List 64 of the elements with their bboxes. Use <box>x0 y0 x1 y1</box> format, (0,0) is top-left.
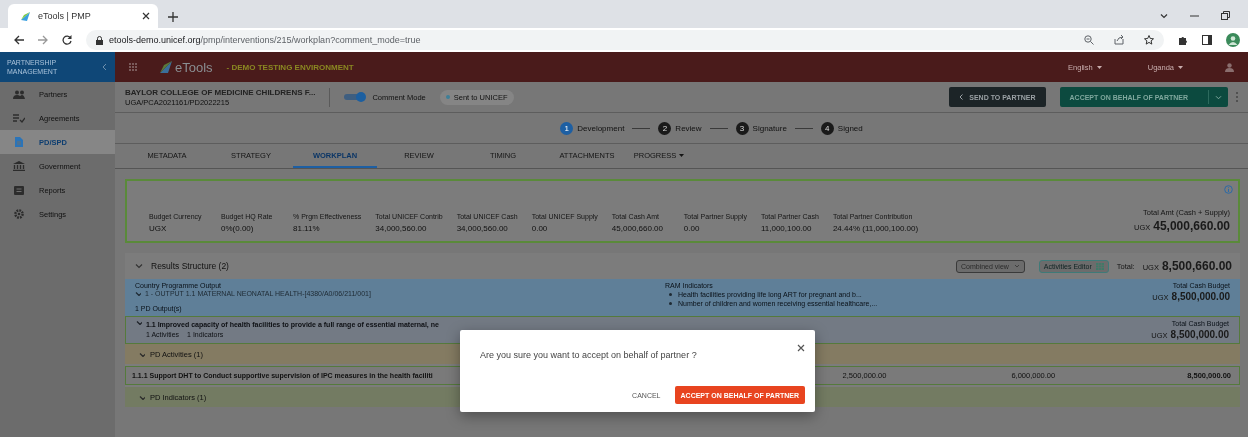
caret-down-icon <box>1178 65 1183 69</box>
chevron-down-icon[interactable] <box>135 291 141 296</box>
grid-icon <box>1095 262 1104 270</box>
apps-grid-icon[interactable] <box>129 63 137 71</box>
side-panel-icon[interactable] <box>1202 35 1212 45</box>
gear-icon <box>13 209 25 219</box>
comment-mode-toggle[interactable] <box>344 92 367 102</box>
environment-label: - DEMO TESTING ENVIRONMENT <box>226 62 354 72</box>
chevron-down-icon[interactable] <box>1160 12 1168 19</box>
avatar-icon[interactable] <box>1226 33 1240 47</box>
user-icon[interactable] <box>1225 62 1234 72</box>
app-logo: eTools <box>175 59 213 75</box>
chevron-down-icon <box>1013 264 1020 268</box>
section-title: Results Structure (2) <box>151 261 229 271</box>
stepper-step: 3 Signature <box>735 121 787 135</box>
budget-amount: 8,500,000.00 <box>1170 329 1229 340</box>
field-value: 24.44% (11,000,100.00) <box>832 224 919 233</box>
partner-title: BAYLOR COLLEGE OF MEDICINE CHILDRENS F... <box>125 87 316 97</box>
plus-icon[interactable] <box>168 12 178 22</box>
stepper-step: 2 Review <box>658 121 702 135</box>
back-arrow-icon[interactable] <box>14 35 24 45</box>
field-value: 34,000,560.00 <box>456 224 509 233</box>
field-value: 0.00 <box>683 224 701 233</box>
clipboard-icon <box>13 185 25 195</box>
chevron-left-icon[interactable] <box>102 63 107 71</box>
lock-icon <box>96 35 103 45</box>
address-bar[interactable]: etools-demo.unicef.org/pmp/interventions/215/workplan?comment_mode=true <box>86 30 1164 50</box>
total-amount: 8,500,660.00 <box>1161 259 1232 273</box>
bank-icon <box>13 161 25 171</box>
field-value: 81.11% <box>293 224 321 233</box>
chevron-down-icon[interactable] <box>139 351 145 357</box>
people-icon <box>13 89 25 99</box>
zoom-out-icon[interactable] <box>1084 35 1094 45</box>
budget-amount: 8,500,000.00 <box>1171 291 1230 302</box>
field-value: 34,000,560.00 <box>375 224 428 233</box>
field-value: UGX <box>149 224 168 233</box>
reload-icon[interactable] <box>62 35 72 45</box>
dialog-message: Are you sure you want to accept on behalf of partner ? <box>480 350 697 360</box>
share-icon[interactable] <box>1114 35 1124 45</box>
restore-icon[interactable] <box>1221 11 1230 20</box>
chevron-down-icon[interactable] <box>136 320 142 325</box>
browser-tab[interactable]: eTools | PMP <box>8 4 158 28</box>
leaf-icon <box>20 10 31 22</box>
stepper-step: 4 Signed <box>820 121 863 135</box>
chevron-left-icon <box>959 94 964 100</box>
puzzle-icon[interactable] <box>1178 35 1188 45</box>
chevron-down-icon <box>1215 94 1222 100</box>
list-check-icon <box>13 113 25 123</box>
forward-arrow-icon[interactable] <box>38 35 48 45</box>
close-icon[interactable] <box>142 12 150 20</box>
leaf-logo-icon <box>159 60 173 74</box>
field-value: 11,000,100.00 <box>760 224 813 233</box>
caret-down-icon <box>679 153 685 157</box>
star-icon[interactable] <box>1144 35 1154 45</box>
close-icon[interactable] <box>797 344 805 352</box>
document-icon <box>13 137 25 147</box>
stepper-step: 1 Development <box>560 121 625 135</box>
chevron-down-icon[interactable] <box>135 263 143 269</box>
field-value: 0.00 <box>531 224 549 233</box>
chevron-down-icon[interactable] <box>139 394 145 400</box>
total-amount: 45,000,660.00 <box>1153 219 1230 233</box>
field-value: 0%(0.00) <box>221 224 255 233</box>
caret-down-icon <box>1096 65 1102 69</box>
field-value: 45,000,660.00 <box>611 224 665 233</box>
